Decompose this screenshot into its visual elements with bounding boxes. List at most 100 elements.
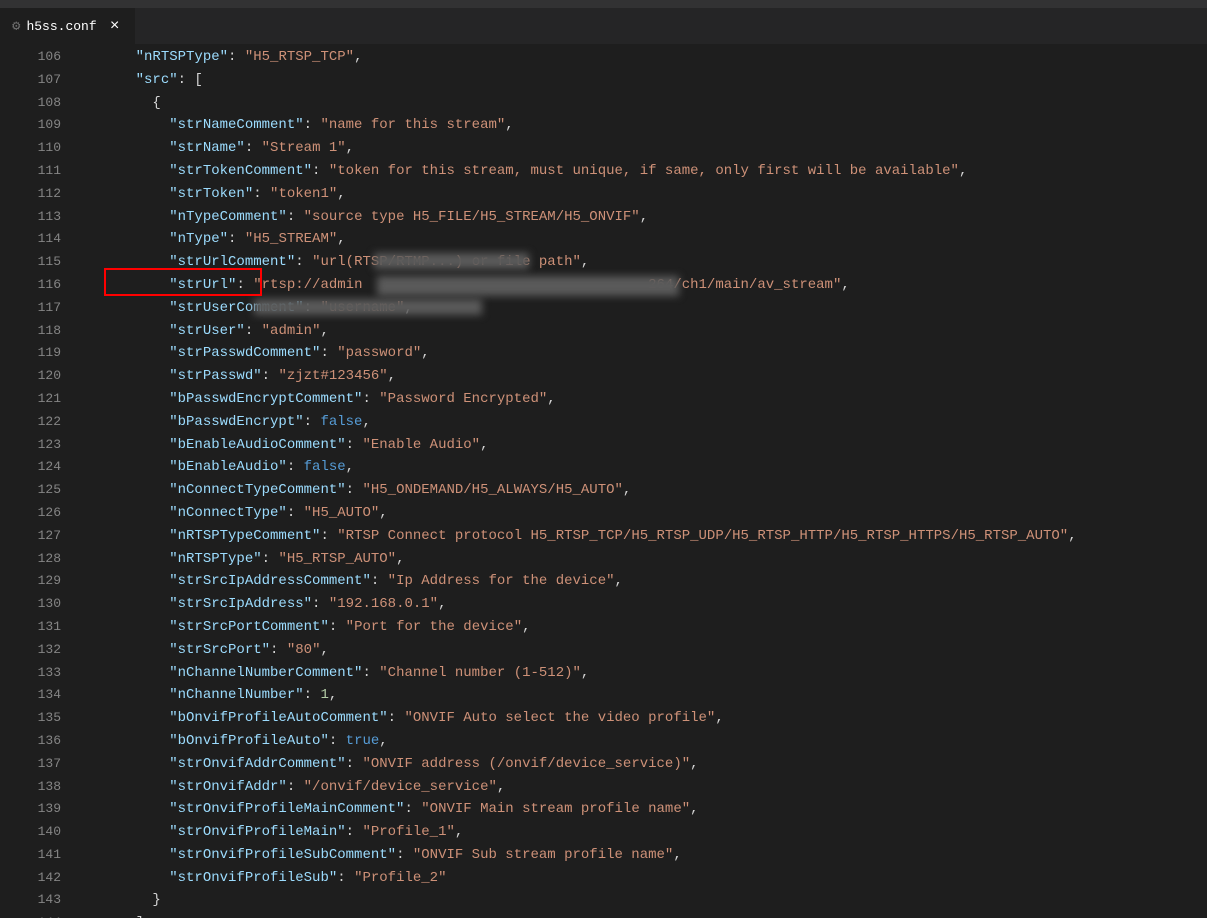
token-punct: ,: [497, 779, 505, 795]
token-punct: :: [312, 596, 329, 612]
line-number: 119: [12, 342, 83, 365]
line-number: 129: [12, 570, 83, 593]
token-punct: :: [362, 665, 379, 681]
code-line[interactable]: "src": [: [84, 69, 1207, 92]
token-punct: :: [346, 824, 363, 840]
line-number: 142: [12, 867, 83, 890]
code-line[interactable]: "bPasswdEncryptComment": "Password Encry…: [84, 388, 1207, 411]
token-punct: ,: [329, 687, 337, 703]
token-str: "rtsp://admin 264/ch1/main/av_stream": [253, 277, 841, 293]
line-number: 134: [12, 684, 83, 707]
code-line[interactable]: "strUser": "admin",: [84, 320, 1207, 343]
code-line[interactable]: "strOnvifAddr": "/onvif/device_service",: [84, 776, 1207, 799]
code-line[interactable]: "nChannelNumberComment": "Channel number…: [84, 662, 1207, 685]
token-prop: "strSrcPortComment": [169, 619, 329, 635]
code-line[interactable]: "bOnvifProfileAutoComment": "ONVIF Auto …: [84, 707, 1207, 730]
token-bool: true: [346, 733, 380, 749]
code-area[interactable]: "nRTSPType": "H5_RTSP_TCP", "src": [ { "…: [84, 44, 1207, 918]
line-number: 123: [12, 434, 83, 457]
code-line[interactable]: "strOnvifProfileMainComment": "ONVIF Mai…: [84, 798, 1207, 821]
token-prop: "nRTSPType": [169, 551, 261, 567]
token-str: "Stream 1": [262, 140, 346, 156]
editor-tab[interactable]: ⚙ h5ss.conf ×: [0, 8, 136, 44]
code-line[interactable]: "bEnableAudioComment": "Enable Audio",: [84, 434, 1207, 457]
code-line[interactable]: "strPasswd": "zjzt#123456",: [84, 365, 1207, 388]
code-line[interactable]: }: [84, 889, 1207, 912]
code-line[interactable]: "nTypeComment": "source type H5_FILE/H5_…: [84, 206, 1207, 229]
code-line[interactable]: "nType": "H5_STREAM",: [84, 228, 1207, 251]
code-line[interactable]: "strToken": "token1",: [84, 183, 1207, 206]
line-number: 112: [12, 183, 83, 206]
code-line[interactable]: "nRTSPType": "H5_RTSP_AUTO",: [84, 548, 1207, 571]
token-str: "Ip Address for the device": [388, 573, 615, 589]
code-line[interactable]: "strTokenComment": "token for this strea…: [84, 160, 1207, 183]
code-line[interactable]: "strUserComment": "username",: [84, 297, 1207, 320]
token-str: "Channel number (1-512)": [379, 665, 581, 681]
code-line[interactable]: "strOnvifProfileMain": "Profile_1",: [84, 821, 1207, 844]
line-number: 139: [12, 798, 83, 821]
code-line[interactable]: "nChannelNumber": 1,: [84, 684, 1207, 707]
token-prop: "nType": [169, 231, 228, 247]
code-line[interactable]: "strSrcIpAddress": "192.168.0.1",: [84, 593, 1207, 616]
code-line[interactable]: "strOnvifProfileSubComment": "ONVIF Sub …: [84, 844, 1207, 867]
token-punct: ,: [522, 619, 530, 635]
token-str: "Port for the device": [346, 619, 522, 635]
line-number: 115: [12, 251, 83, 274]
code-line[interactable]: "strPasswdComment": "password",: [84, 342, 1207, 365]
code-line[interactable]: "nRTSPTypeComment": "RTSP Connect protoc…: [84, 525, 1207, 548]
code-line[interactable]: "nRTSPType": "H5_RTSP_TCP",: [84, 46, 1207, 69]
tab-filename: h5ss.conf: [26, 19, 96, 34]
code-line[interactable]: "strUrlComment": "url(RTSP/RTMP...) or f…: [84, 251, 1207, 274]
token-str: "username": [320, 300, 404, 316]
token-punct: :: [346, 482, 363, 498]
token-str: "Password Encrypted": [379, 391, 547, 407]
code-line[interactable]: "strNameComment": "name for this stream"…: [84, 114, 1207, 137]
code-line[interactable]: "strSrcIpAddressComment": "Ip Address fo…: [84, 570, 1207, 593]
token-prop: "strToken": [169, 186, 253, 202]
code-line[interactable]: "bEnableAudio": false,: [84, 456, 1207, 479]
token-prop: "bPasswdEncrypt": [169, 414, 303, 430]
token-punct: :: [388, 710, 405, 726]
token-punct: :: [304, 414, 321, 430]
code-line[interactable]: "strSrcPort": "80",: [84, 639, 1207, 662]
tab-bar: ⚙ h5ss.conf ×: [0, 8, 1207, 44]
line-number: 141: [12, 844, 83, 867]
token-prop: "strName": [169, 140, 245, 156]
token-prop: "strUrlComment": [169, 254, 295, 270]
token-punct: ,: [959, 163, 967, 179]
code-line[interactable]: "strOnvifAddrComment": "ONVIF address (/…: [84, 753, 1207, 776]
code-line[interactable]: {: [84, 92, 1207, 115]
token-punct: :: [362, 391, 379, 407]
line-number: 131: [12, 616, 83, 639]
token-punct: ,: [581, 254, 589, 270]
code-line[interactable]: "bOnvifProfileAuto": true,: [84, 730, 1207, 753]
token-prop: "nRTSPType": [136, 49, 228, 65]
code-line[interactable]: "nConnectType": "H5_AUTO",: [84, 502, 1207, 525]
token-prop: "strNameComment": [169, 117, 303, 133]
code-line[interactable]: "strName": "Stream 1",: [84, 137, 1207, 160]
token-punct: :: [337, 870, 354, 886]
token-punct: :: [253, 186, 270, 202]
token-punct: :: [346, 756, 363, 772]
code-line[interactable]: "nConnectTypeComment": "H5_ONDEMAND/H5_A…: [84, 479, 1207, 502]
code-line[interactable]: ]: [84, 912, 1207, 918]
line-number: 133: [12, 662, 83, 685]
token-punct: :: [304, 300, 321, 316]
code-line[interactable]: "strOnvifProfileSub": "Profile_2": [84, 867, 1207, 890]
token-prop: "strSrcPort": [169, 642, 270, 658]
code-line[interactable]: "bPasswdEncrypt": false,: [84, 411, 1207, 434]
line-number: 124: [12, 456, 83, 479]
token-prop: "nChannelNumber": [169, 687, 303, 703]
close-icon[interactable]: ×: [107, 18, 123, 34]
token-punct: ,: [337, 231, 345, 247]
token-punct: :: [320, 528, 337, 544]
token-str: "H5_AUTO": [304, 505, 380, 521]
token-str: "token1": [270, 186, 337, 202]
token-prop: "bOnvifProfileAutoComment": [169, 710, 387, 726]
token-punct: ,: [438, 596, 446, 612]
code-line[interactable]: "strSrcPortComment": "Port for the devic…: [84, 616, 1207, 639]
code-line[interactable]: "strUrl": "rtsp://admin 264/ch1/main/av_…: [84, 274, 1207, 297]
token-str: "url(RTSP/RTMP...) or file path": [312, 254, 581, 270]
token-punct: :: [329, 733, 346, 749]
token-str: "name for this stream": [320, 117, 505, 133]
